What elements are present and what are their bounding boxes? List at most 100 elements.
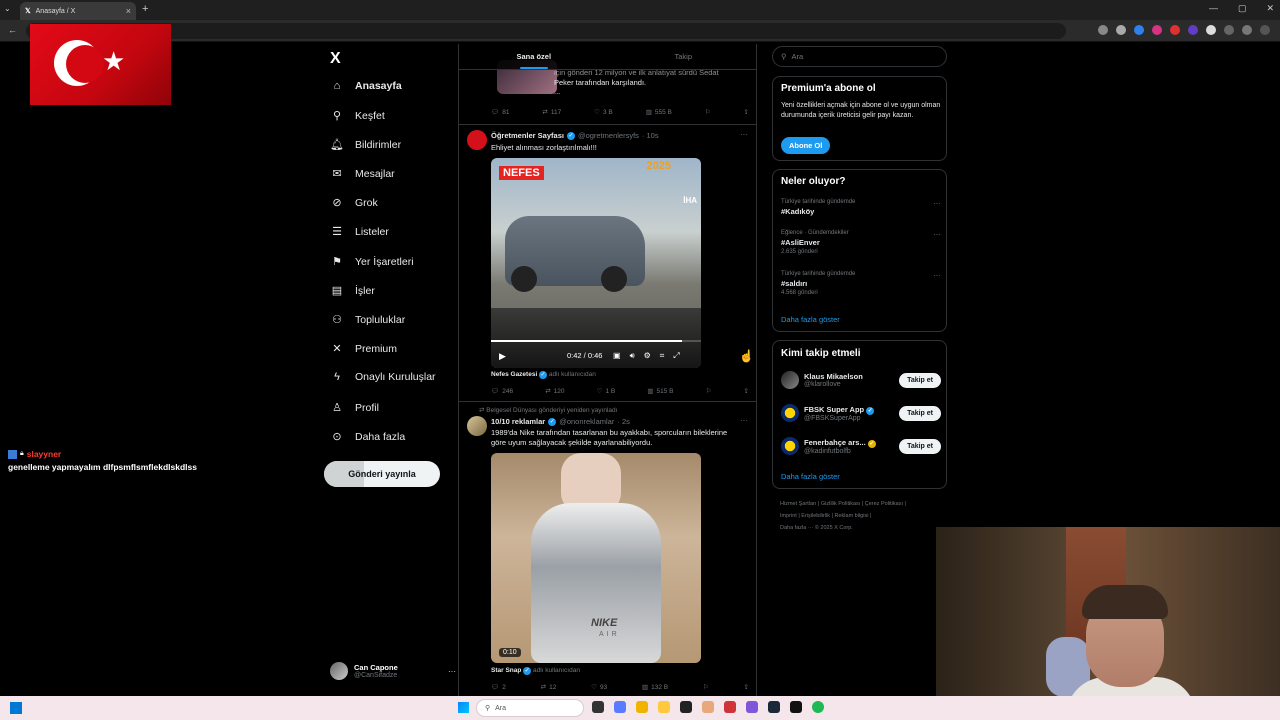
nav-item-listeler[interactable]: ☰ Listeler [330, 225, 389, 239]
follow-suggestion[interactable]: Klaus Mikaelson @klarollove Takip et [781, 371, 941, 389]
follow-button[interactable]: Takip et [899, 438, 941, 454]
tab-for-you[interactable]: Sana özel [459, 44, 609, 69]
views-button[interactable]: ▥ 555 B [646, 108, 672, 117]
menu-icon[interactable] [1260, 25, 1270, 35]
chrome-icon[interactable] [636, 701, 648, 713]
trend-item[interactable]: Türkiye tarihinde gündemde #saldırı 4.56… [781, 271, 941, 296]
star-icon[interactable] [1116, 25, 1126, 35]
taskbar-search-input[interactable]: ⚲ Ara [476, 699, 584, 717]
nav-item-topluluklar[interactable]: ⚇ Topluluklar [330, 313, 405, 327]
retweet-button[interactable]: ⇄ 120 [545, 387, 564, 396]
maximize-icon[interactable]: ▢ [1238, 3, 1247, 14]
more-icon[interactable]: ··· [448, 667, 456, 676]
settings-icon[interactable]: ⚙ [644, 351, 651, 361]
author-name[interactable]: Öğretmenler Sayfası [491, 131, 564, 140]
crop-icon[interactable]: ⌗ [660, 351, 665, 361]
share-icon[interactable]: ⇪ [743, 387, 748, 395]
steam-icon[interactable] [768, 701, 780, 713]
reply-button[interactable]: 💬︎ 2 [491, 683, 506, 692]
like-button[interactable]: ♡ 93 [591, 683, 607, 692]
follow-suggestion[interactable]: FBSK Super App ✓ @FBSKSuperApp Takip et [781, 404, 941, 422]
show-more-link[interactable]: Daha fazla göster [781, 315, 840, 324]
folder-icon[interactable] [658, 701, 670, 713]
install-icon[interactable] [1098, 25, 1108, 35]
tweet-time[interactable]: · 10s [642, 131, 659, 140]
tab-list-icon[interactable]: ⌄ [4, 4, 11, 13]
like-button[interactable]: ♡ 3 B [594, 108, 613, 117]
captions-icon[interactable]: ▣ [613, 351, 621, 361]
new-tab-button[interactable]: + [142, 3, 148, 15]
nav-item-bildirimler[interactable]: 🔔︎ Bildirimler [330, 138, 401, 152]
footer-line[interactable]: Daha fazla ··· © 2025 X Corp. [780, 522, 930, 534]
bookmark-icon[interactable]: ⚐ [706, 387, 712, 395]
show-more-link[interactable]: Daha fazla göster [781, 472, 840, 481]
widgets-icon[interactable] [10, 702, 22, 714]
nav-item-onaylı-kuruluşlar[interactable]: ϟ Onaylı Kuruluşlar [330, 371, 435, 383]
author-name[interactable]: 10/10 reklamlar [491, 417, 545, 426]
source-name[interactable]: Nefes Gazetesi [491, 371, 537, 378]
subscribe-button[interactable]: Abone Ol [781, 137, 831, 154]
puzzle-icon[interactable] [1224, 25, 1234, 35]
app-icon[interactable] [614, 701, 626, 713]
trend-item[interactable]: Türkiye tarihinde gündemde #Kadıköy ··· [781, 199, 941, 216]
nav-item-yer-i-şaretleri[interactable]: ⚑ Yer İşaretleri [330, 255, 414, 269]
source-name[interactable]: Star Snap [491, 667, 521, 674]
footer-line[interactable]: Hizmet Şartları | Gizlilik Politikası | … [780, 498, 930, 510]
spotify-icon[interactable] [812, 701, 824, 713]
windows-start-icon[interactable] [458, 702, 469, 713]
author-handle[interactable]: @ononreklamlar [559, 417, 614, 426]
nav-item-premium[interactable]: ✕ Premium [330, 342, 397, 356]
extension-icon[interactable] [1152, 25, 1162, 35]
more-icon[interactable]: ··· [933, 230, 941, 239]
author-handle[interactable]: @ogretmenlersyfs [578, 131, 639, 140]
nav-item-keşfet[interactable]: ⚲ Keşfet [330, 109, 385, 123]
follow-button[interactable]: Takip et [899, 405, 941, 421]
play-icon[interactable]: ▶ [499, 351, 506, 362]
app-icon[interactable] [746, 701, 758, 713]
retweet-button[interactable]: ⇄ 117 [542, 108, 561, 117]
tweet-video[interactable]: NIKE AIR 0:10 [491, 453, 701, 663]
nav-item-anasayfa[interactable]: ⌂ Anasayfa [330, 80, 402, 92]
back-icon[interactable]: ← [8, 25, 17, 35]
share-icon[interactable]: ⇪ [744, 683, 749, 691]
share-icon[interactable]: ⇪ [744, 108, 749, 116]
more-icon[interactable]: ··· [740, 130, 748, 139]
more-icon[interactable]: ··· [740, 416, 748, 425]
follow-suggestion[interactable]: Fenerbahçe ars... ✓ @kadinfutbolfb Takip … [781, 437, 941, 455]
nav-item-profil[interactable]: ♙ Profil [330, 401, 379, 415]
reply-button[interactable]: 💬︎ 246 [491, 387, 513, 396]
video-progress-track[interactable] [491, 340, 701, 342]
close-window-icon[interactable]: ✕ [1266, 3, 1274, 14]
nav-item-daha-fazla[interactable]: ⊙ Daha fazla [330, 430, 405, 444]
repost-note-text[interactable]: Belgesel Dünyası gönderiyi yeniden yayın… [486, 407, 617, 414]
follow-button[interactable]: Takip et [899, 372, 941, 388]
x-logo-icon[interactable]: X [330, 50, 341, 68]
like-button[interactable]: ♡ 1 B [597, 387, 616, 396]
avatar[interactable] [467, 130, 487, 150]
bookmark-icon[interactable]: ⚐ [705, 108, 711, 116]
extension-icon[interactable] [1170, 25, 1180, 35]
more-icon[interactable]: ··· [933, 271, 941, 280]
app-icon[interactable] [790, 701, 802, 713]
browser-tab[interactable]: 𝕏 Anasayfa / X × [20, 2, 136, 20]
trend-item[interactable]: Eğlence · Gündemdekiler #AsliEnver 2.635… [781, 230, 941, 255]
tweet-video[interactable]: NEFES 2025 İHA ▶ 0:42 / 0:46 ▣ 🔊︎ ⚙ ⌗ ⤢ [491, 158, 701, 368]
account-switcher[interactable]: Can Capone @CanSifadze ··· [330, 662, 456, 680]
volume-icon[interactable]: 🔊︎ [630, 351, 635, 361]
nav-item-grok[interactable]: ⊘ Grok [330, 196, 377, 210]
fullscreen-icon[interactable]: ⤢ [673, 351, 679, 361]
bookmark-icon[interactable]: ⚐ [703, 683, 709, 691]
task-view-icon[interactable] [592, 701, 604, 713]
app-icon[interactable] [680, 701, 692, 713]
more-icon[interactable]: ··· [933, 199, 941, 208]
nav-item-mesajlar[interactable]: ✉ Mesajlar [330, 167, 394, 181]
footer-line[interactable]: Imprint | Erişilebilirlik | Reklam bilgi… [780, 510, 930, 522]
tweet-time[interactable]: · 2s [617, 417, 630, 426]
extension-icon[interactable] [1134, 25, 1144, 35]
app-icon[interactable] [724, 701, 736, 713]
nav-item-i-şler[interactable]: ▤ İşler [330, 284, 375, 298]
reply-button[interactable]: 💬︎ 81 [491, 108, 510, 117]
profile-avatar-icon[interactable] [1242, 25, 1252, 35]
post-button[interactable]: Gönderi yayınla [324, 461, 440, 487]
views-button[interactable]: ▥ 132 B [642, 683, 668, 692]
